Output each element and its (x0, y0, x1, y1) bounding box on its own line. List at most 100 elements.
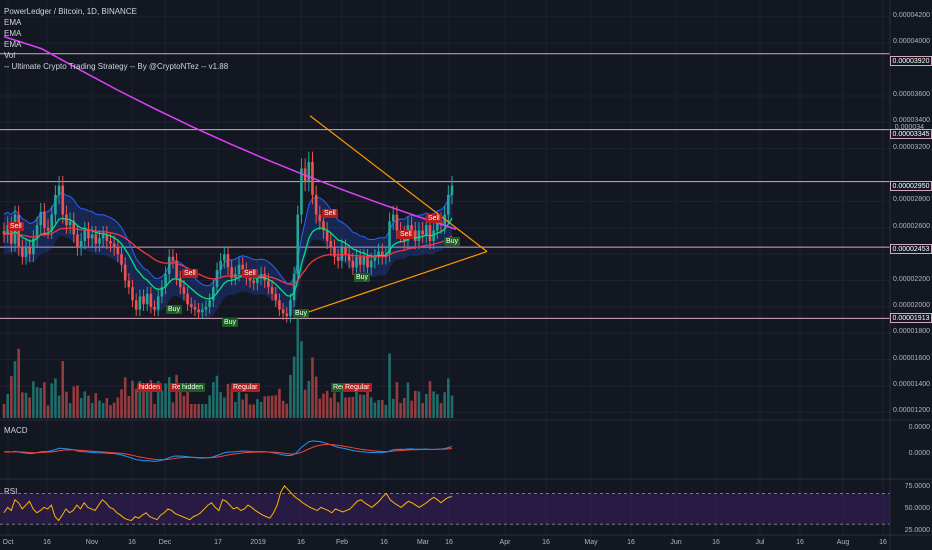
volume-bar (388, 353, 391, 418)
volume-bar (285, 403, 289, 418)
macd-title[interactable]: MACD (4, 426, 28, 435)
volume-bar (432, 391, 435, 418)
volume-bar (307, 380, 311, 418)
candle-body (447, 194, 450, 215)
volume-bar (200, 403, 204, 418)
candle-body (76, 234, 79, 248)
volume-bar (417, 391, 421, 418)
volume-bar (175, 374, 178, 418)
volume-bar (76, 385, 79, 418)
legend-ema-1[interactable]: EMA (4, 17, 228, 28)
volume-bar (245, 393, 248, 418)
volume-bar (355, 389, 358, 418)
legend-strategy[interactable]: -- Ultimate Crypto Trading Strategy -- B… (4, 61, 228, 72)
price-tick: 0.00001800 (893, 328, 930, 336)
candle-body (109, 240, 112, 244)
candle-body (153, 306, 156, 310)
candle-body (344, 247, 347, 255)
candle-body (79, 240, 83, 248)
volume-bar (395, 382, 399, 418)
candle-body (101, 234, 105, 239)
volume-bar (116, 397, 120, 418)
price-tick: 0.00002800 (893, 196, 930, 204)
sell-signal: Sell (398, 230, 414, 239)
volume-bar (230, 388, 233, 418)
price-tick: 0.00001400 (893, 381, 930, 389)
volume-bar (226, 383, 230, 418)
candle-body (256, 277, 259, 284)
candle-body (226, 254, 230, 268)
candle-body (248, 277, 252, 281)
volume-bar (94, 393, 98, 418)
candle-body (156, 296, 160, 310)
candle-body (171, 256, 175, 261)
candle-body (270, 287, 274, 294)
volume-bar (373, 402, 377, 418)
candle-body (145, 293, 149, 305)
candle-body (197, 309, 200, 313)
volume-bar (248, 404, 252, 418)
volume-bar (447, 378, 450, 418)
candle-body (46, 227, 50, 231)
candle-body (281, 309, 285, 314)
volume-bar (65, 391, 68, 418)
volume-bar (344, 397, 347, 418)
volume-bar (322, 393, 325, 418)
volume-bar (2, 404, 6, 418)
candle-body (366, 256, 369, 268)
volume-bar (303, 389, 307, 418)
volume-bar (278, 388, 281, 418)
candle-body (252, 280, 256, 284)
candle-body (450, 185, 454, 195)
volume-bar (61, 361, 65, 418)
chart-stage[interactable]: PowerLedger / Bitcoin, 1D, BINANCE EMA E… (0, 0, 932, 550)
legend-ema-2[interactable]: EMA (4, 28, 228, 39)
volume-bar (43, 382, 46, 418)
volume-bar (10, 376, 13, 418)
legend-vol[interactable]: Vol (4, 50, 228, 61)
buy-signal: Buy (444, 237, 461, 246)
candle-body (90, 234, 94, 239)
volume-bar (443, 392, 446, 418)
volume-bar (193, 403, 197, 418)
price-tick: 0.00001200 (893, 407, 930, 415)
volume-bar (259, 402, 263, 418)
price-chart[interactable] (0, 0, 932, 550)
candle-body (200, 309, 204, 313)
symbol-line[interactable]: PowerLedger / Bitcoin, 1D, BINANCE (4, 6, 228, 17)
candle-body (193, 306, 197, 310)
volume-bar (197, 403, 200, 418)
volume-bar (109, 405, 112, 418)
divergence-label: Regular (343, 383, 372, 392)
rsi-band (0, 493, 890, 525)
candle-body (120, 254, 123, 265)
time-tick: 16 (879, 539, 887, 546)
price-tick: 0.00002600 (893, 222, 930, 230)
volume-bar (57, 395, 61, 418)
level-label: 0.00003920 (890, 56, 932, 66)
price-tick: 0.00001600 (893, 354, 930, 362)
rsi-title[interactable]: RSI (4, 487, 17, 496)
volume-bar (68, 403, 72, 418)
candle-body (223, 254, 226, 261)
legend-ema-3[interactable]: EMA (4, 39, 228, 50)
volume-bar (439, 403, 443, 418)
candle-body (307, 161, 311, 182)
candle-body (68, 221, 72, 226)
volume-bar (256, 399, 259, 418)
volume-bar (215, 375, 219, 418)
volume-bar (267, 396, 270, 418)
volume-bar (329, 397, 333, 418)
candle-body (28, 247, 32, 255)
rsi-tick: 25.0000 (904, 527, 930, 534)
candle-body (39, 211, 43, 226)
candle-body (289, 300, 292, 317)
volume-bar (289, 374, 292, 418)
rsi-tick: 50.0000 (904, 505, 930, 512)
volume-bar (237, 391, 241, 418)
volume-bar (134, 388, 138, 418)
time-tick: Aug (836, 539, 850, 546)
volume-bar (424, 393, 428, 418)
candle-body (421, 230, 424, 235)
time-tick: Jun (670, 539, 682, 546)
